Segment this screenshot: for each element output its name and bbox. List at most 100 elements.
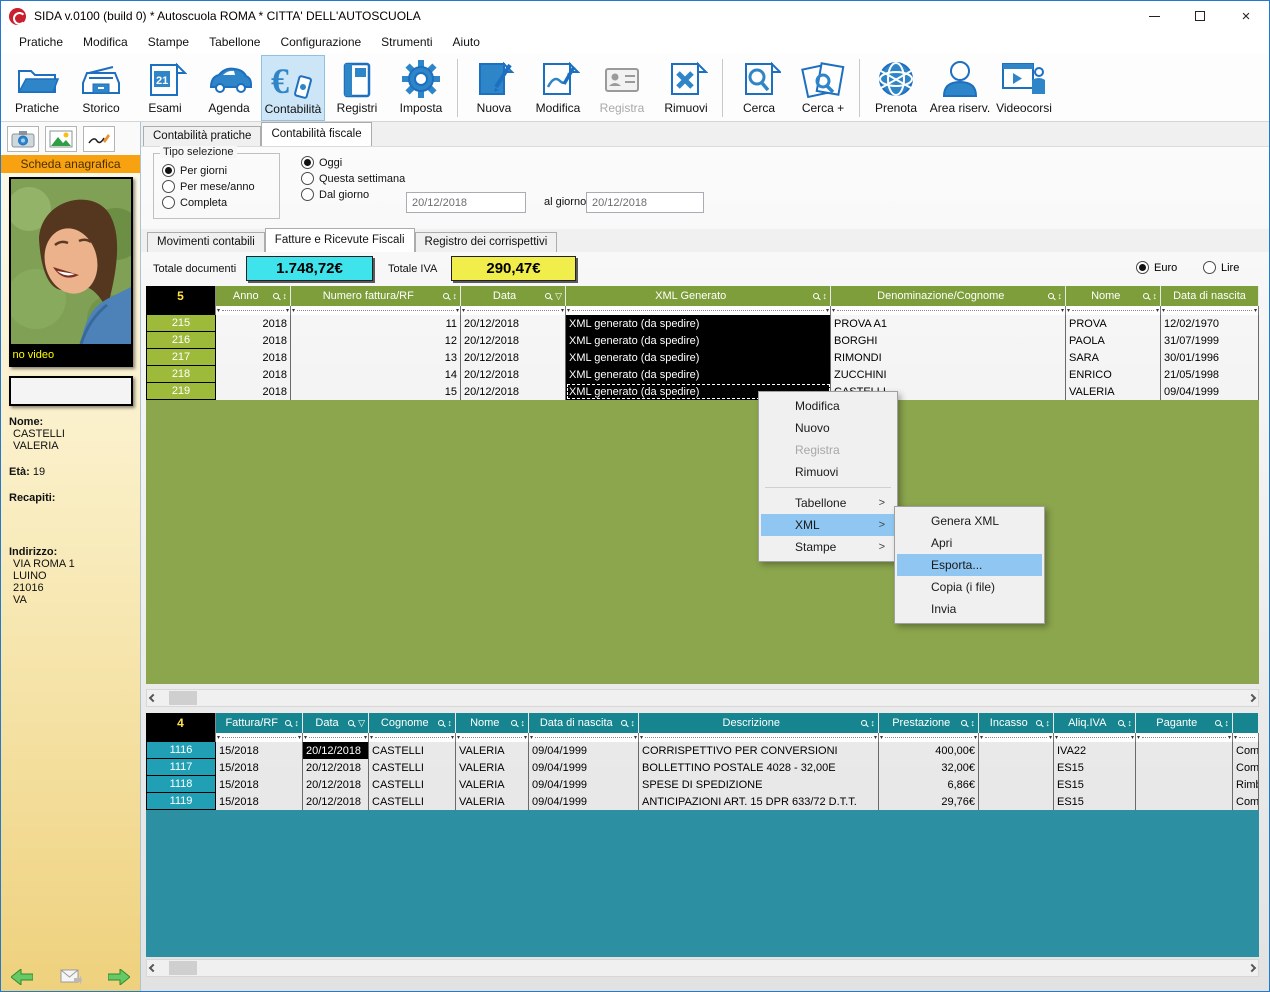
person-icon [938,57,982,101]
column-header-prestazione[interactable]: Prestazione [879,713,979,733]
invoices-table-empty-area[interactable] [146,400,1259,684]
menu-configurazione[interactable]: Configurazione [270,33,371,51]
toolbar-button-prenota[interactable]: Prenota [864,55,928,121]
context-menu-stampe[interactable]: Stampe> [761,536,895,558]
context-menu-xml[interactable]: XML> [761,514,895,536]
submenu-esporta[interactable]: Esporta... [897,554,1042,576]
from-date-input[interactable] [406,192,526,213]
toolbar-button-nuova[interactable]: Nuova [462,55,526,121]
menu-pratiche[interactable]: Pratiche [9,33,73,51]
services-table-empty-area[interactable] [146,810,1259,957]
next-record-button[interactable] [108,969,130,985]
scroll-right-icon[interactable] [1248,694,1256,702]
globe-icon [874,57,918,101]
column-header-cognome[interactable]: Cognome [369,713,456,733]
submenu-invia[interactable]: Invia [897,598,1042,620]
radio-questa-settimana[interactable]: Questa settimana [301,172,405,185]
table-row[interactable]: 21820181420/12/2018XML generato (da sped… [146,366,1259,383]
column-header-extra[interactable] [1233,713,1259,733]
maximize-button[interactable] [1177,1,1223,31]
table-row[interactable]: 111915/201820/12/2018CASTELLIVALERIA09/0… [146,793,1259,810]
scroll-thumb[interactable] [169,691,197,705]
radio-lire[interactable]: Lire [1203,261,1239,274]
submenu-apri[interactable]: Apri [897,532,1042,554]
signature-box[interactable] [9,376,133,406]
context-menu-tabellone[interactable]: Tabellone> [761,492,895,514]
menu-tabellone[interactable]: Tabellone [199,33,270,51]
column-header-nome[interactable]: Nome [1066,286,1161,306]
table-row[interactable]: 21520181120/12/2018XML generato (da sped… [146,315,1259,332]
toolbar-button-cerca[interactable]: Cerca [727,55,791,121]
menu-strumenti[interactable]: Strumenti [371,33,442,51]
menu-stampe[interactable]: Stampe [138,33,199,51]
column-header-denominazione[interactable]: Denominazione/Cognome [831,286,1066,306]
toolbar-button-cerca-plus[interactable]: Cerca + [791,55,855,121]
toolbar-button-imposta[interactable]: Imposta [389,55,453,121]
menu-aiuto[interactable]: Aiuto [443,33,490,51]
photo-button[interactable] [45,126,77,152]
column-header-aliq-iva[interactable]: Aliq.IVA [1054,713,1136,733]
close-button[interactable]: × [1223,1,1269,31]
context-menu-modifica[interactable]: Modifica [761,395,895,417]
column-header-descrizione[interactable]: Descrizione [639,713,879,733]
send-email-button[interactable] [60,969,82,985]
toolbar-button-contabilita[interactable]: € Contabilità [261,55,325,121]
context-menu-registra: Registra [761,439,895,461]
toolbar-button-rimuovi[interactable]: Rimuovi [654,55,718,121]
submenu-copia-file[interactable]: Copia (i file) [897,576,1042,598]
scroll-thumb[interactable] [169,961,197,975]
tab-contabilita-pratiche[interactable]: Contabilità pratiche [143,126,261,146]
tab-fatture-ricevute[interactable]: Fatture e Ricevute Fiscali [265,228,415,252]
column-header-xml-generato[interactable]: XML Generato [566,286,831,306]
toolbar-button-registri[interactable]: Registri [325,55,389,121]
radio-dal-giorno[interactable]: Dal giorno [301,188,405,201]
table-row[interactable]: 111615/201820/12/2018CASTELLIVALERIA09/0… [146,742,1259,759]
column-header-data-nascita[interactable]: Data di nascita [529,713,639,733]
submenu-genera-xml[interactable]: Genera XML [897,510,1042,532]
toolbar-button-agenda[interactable]: Agenda [197,55,261,121]
column-header-data[interactable]: Data [461,286,566,306]
scroll-right-icon[interactable] [1248,964,1256,972]
minimize-button[interactable] [1131,1,1177,31]
radio-per-mese-anno[interactable]: Per mese/anno [162,180,279,193]
scroll-left-icon[interactable] [149,694,157,702]
invoices-hscrollbar[interactable] [146,689,1259,707]
camera-button[interactable] [7,126,39,152]
toolbar-button-pratiche[interactable]: Pratiche [5,55,69,121]
column-header-numero-fattura[interactable]: Numero fattura/RF [291,286,461,306]
menu-modifica[interactable]: Modifica [73,33,138,51]
filter-row[interactable]: ▾▾ ▾▾ ▾▾ ▾▾ ▾▾ ▾▾ ▾▾ [146,306,1259,315]
column-header-nome[interactable]: Nome [456,713,529,733]
radio-euro[interactable]: Euro [1136,261,1177,274]
filter-row[interactable]: ▾▾ ▾▾ ▾▾ ▾▾ ▾▾ ▾▾ ▾▾ ▾▾ ▾▾ ▾▾ ▾ [146,733,1259,742]
toolbar-button-area-riservata[interactable]: Area riserv. [928,55,992,121]
table-row[interactable]: 21620181220/12/2018XML generato (da sped… [146,332,1259,349]
table-row-selected[interactable]: 21920181520/12/2018XML generato (da sped… [146,383,1259,400]
signature-button[interactable] [83,126,115,152]
table-row[interactable]: 21720181320/12/2018XML generato (da sped… [146,349,1259,366]
column-header-anno[interactable]: Anno [216,286,291,306]
tab-contabilita-fiscale[interactable]: Contabilità fiscale [261,122,371,146]
table-row[interactable]: 111815/201820/12/2018CASTELLIVALERIA09/0… [146,776,1259,793]
previous-record-button[interactable] [11,969,33,985]
tab-movimenti-contabili[interactable]: Movimenti contabili [147,232,265,252]
context-menu-rimuovi[interactable]: Rimuovi [761,461,895,483]
toolbar-button-esami[interactable]: 21 Esami [133,55,197,121]
scroll-left-icon[interactable] [149,964,157,972]
radio-per-giorni[interactable]: Per giorni [162,164,279,177]
column-header-data[interactable]: Data [303,713,369,733]
toolbar-button-modifica[interactable]: Modifica [526,55,590,121]
toolbar-button-videocorsi[interactable]: Videocorsi [992,55,1056,121]
column-header-pagante[interactable]: Pagante [1136,713,1233,733]
table-row[interactable]: 111715/201820/12/2018CASTELLIVALERIA09/0… [146,759,1259,776]
radio-oggi[interactable]: Oggi [301,156,405,169]
tab-registro-corrispettivi[interactable]: Registro dei corrispettivi [415,232,558,252]
toolbar-button-storico[interactable]: Storico [69,55,133,121]
services-hscrollbar[interactable] [146,959,1259,977]
column-header-incasso[interactable]: Incasso [979,713,1054,733]
column-header-fattura[interactable]: Fattura/RF [216,713,303,733]
context-menu-nuovo[interactable]: Nuovo [761,417,895,439]
column-header-data-nascita[interactable]: Data di nascita [1161,286,1259,306]
radio-completa[interactable]: Completa [162,196,279,209]
to-date-input[interactable] [586,192,704,213]
